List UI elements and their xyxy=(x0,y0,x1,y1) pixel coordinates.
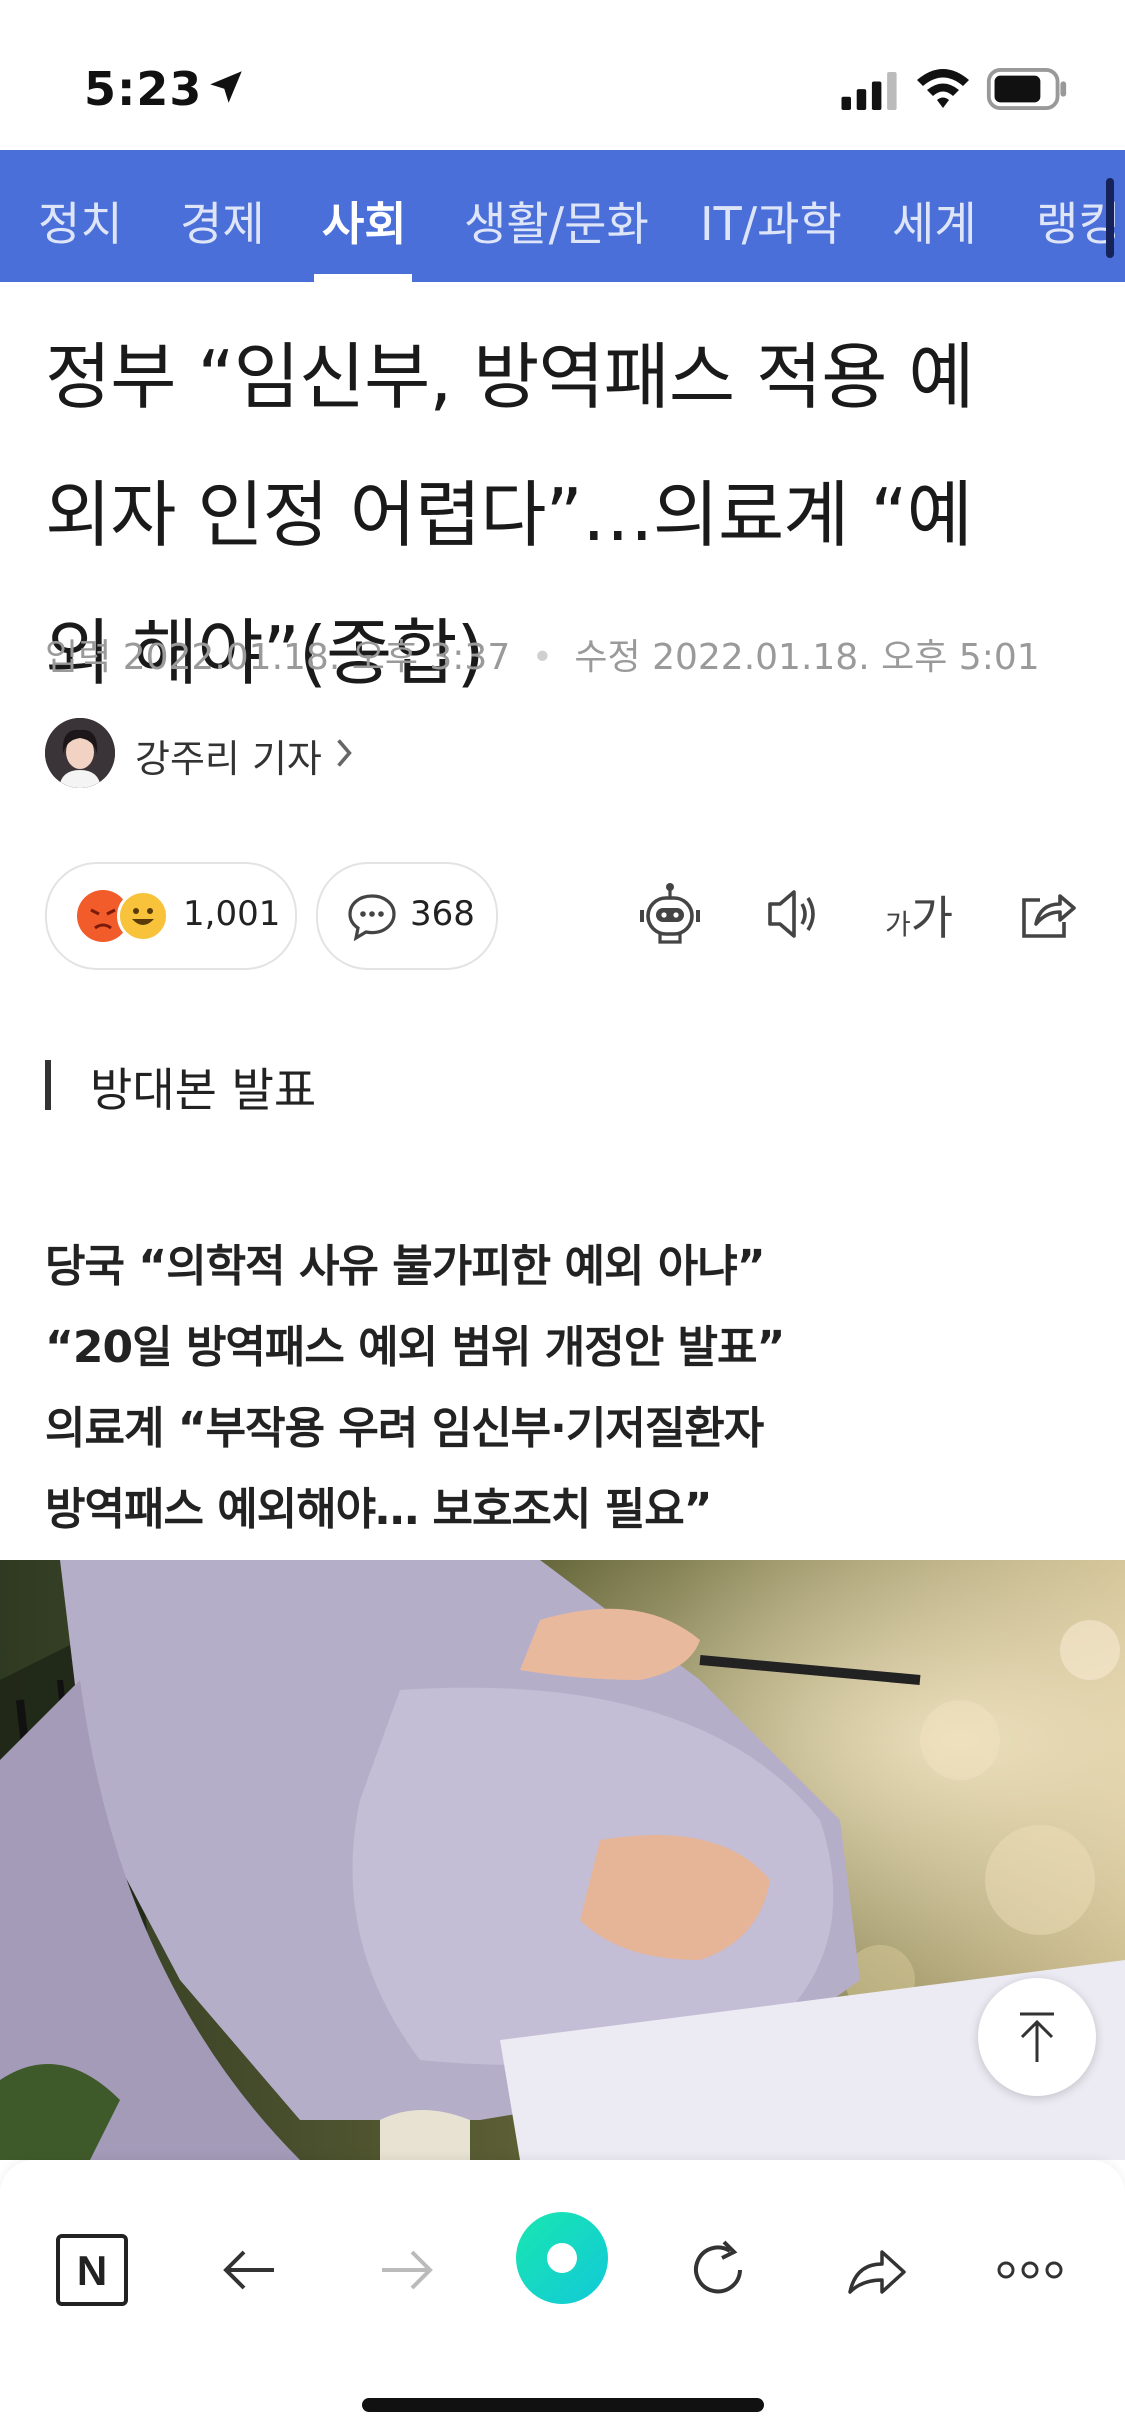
tab-economy[interactable]: 경제 xyxy=(180,188,265,254)
smile-emoji-icon xyxy=(117,890,169,942)
reporter-avatar[interactable] xyxy=(45,718,115,788)
naver-n-icon: N xyxy=(56,2234,128,2306)
section-title: 방대본 발표 xyxy=(90,1063,317,1117)
share-page-button[interactable] xyxy=(836,2230,916,2310)
reaction-button[interactable]: 1,001 xyxy=(45,862,297,970)
status-time: 5:23 xyxy=(84,62,203,116)
reporter-name[interactable]: 강주리 기자 xyxy=(135,728,322,783)
wifi-icon xyxy=(917,69,969,108)
summary-bot-icon[interactable] xyxy=(636,880,704,948)
headline-line: 외자 인정 어렵다”…의료계 “예 xyxy=(45,473,973,557)
location-arrow-icon xyxy=(210,71,242,103)
subhead-line: 의료계 “부작용 우려 임신부·기저질환자 xyxy=(45,1403,764,1454)
comment-count: 368 xyxy=(410,894,475,934)
article-photo xyxy=(0,1560,1125,2160)
battery-icon xyxy=(986,68,1067,110)
refresh-button[interactable] xyxy=(678,2230,758,2310)
font-small-label: 가 xyxy=(885,908,911,941)
home-indicator[interactable] xyxy=(362,2398,764,2412)
share-icon[interactable] xyxy=(1012,880,1080,948)
arrow-up-icon xyxy=(1020,2012,1054,2062)
status-bar: 5:23 xyxy=(0,0,1125,150)
tab-it-science[interactable]: IT/과학 xyxy=(700,188,842,254)
font-large-label: 가 xyxy=(910,891,954,945)
naver-letter: N xyxy=(77,2247,107,2294)
browser-toolbar: N xyxy=(0,2160,1125,2436)
forward-button[interactable] xyxy=(366,2230,446,2310)
comment-bubble-icon xyxy=(348,894,396,942)
comment-button[interactable]: 368 xyxy=(316,862,498,970)
refresh-icon xyxy=(694,2240,742,2294)
speaker-icon[interactable] xyxy=(760,880,828,948)
reporter-photo xyxy=(45,718,115,788)
forward-share-icon xyxy=(848,2250,906,2294)
subhead-line: “20일 방역패스 예외 범위 개정안 발표” xyxy=(45,1322,785,1373)
input-label: 입력 xyxy=(45,637,112,678)
nav-scroll-indicator xyxy=(1106,178,1114,258)
subhead-line: 방역패스 예외해야… 보호조치 필요” xyxy=(45,1484,713,1535)
article-meta: 입력 2022.01.18. 오후 3:37 • 수정 2022.01.18. … xyxy=(45,628,1040,680)
section-bar xyxy=(45,1060,51,1110)
edit-time: 2022.01.18. 오후 5:01 xyxy=(652,637,1040,678)
active-tab-underline xyxy=(314,274,412,282)
scroll-to-top-button[interactable] xyxy=(978,1978,1096,2096)
more-dots-icon xyxy=(997,2261,1063,2279)
arrow-left-icon xyxy=(223,2250,274,2290)
subhead-line: 당국 “의학적 사유 불가피한 예외 아냐” xyxy=(45,1241,766,1292)
green-dot-icon xyxy=(516,2212,608,2304)
tab-society[interactable]: 사회 xyxy=(322,188,407,254)
edit-label: 수정 xyxy=(574,637,641,678)
more-button[interactable] xyxy=(990,2230,1070,2310)
meta-separator: • xyxy=(531,637,553,678)
category-nav: 정치 경제 사회 생활/문화 IT/과학 세계 랭킹 xyxy=(0,150,1125,282)
naver-home-button[interactable]: N xyxy=(52,2230,132,2310)
font-size-button[interactable]: 가가 xyxy=(885,882,953,948)
back-button[interactable] xyxy=(210,2230,290,2310)
green-dot-button[interactable] xyxy=(514,2210,610,2306)
cellular-signal-icon xyxy=(841,72,897,110)
input-time: 2022.01.18. 오후 3:37 xyxy=(122,637,511,678)
article-subheads: 당국 “의학적 사유 불가피한 예외 아냐” “20일 방역패스 예외 범위 개… xyxy=(45,1226,1085,1550)
reaction-count: 1,001 xyxy=(183,894,281,934)
chevron-right-icon[interactable] xyxy=(333,735,355,771)
tab-life-culture[interactable]: 생활/문화 xyxy=(464,188,649,254)
pregnant-woman-photo xyxy=(0,1560,1125,2160)
headline-line: 정부 “임신부, 방역패스 적용 예 xyxy=(45,335,975,419)
tab-politics[interactable]: 정치 xyxy=(38,188,123,254)
tab-world[interactable]: 세계 xyxy=(892,188,977,254)
arrow-right-icon xyxy=(382,2250,433,2290)
